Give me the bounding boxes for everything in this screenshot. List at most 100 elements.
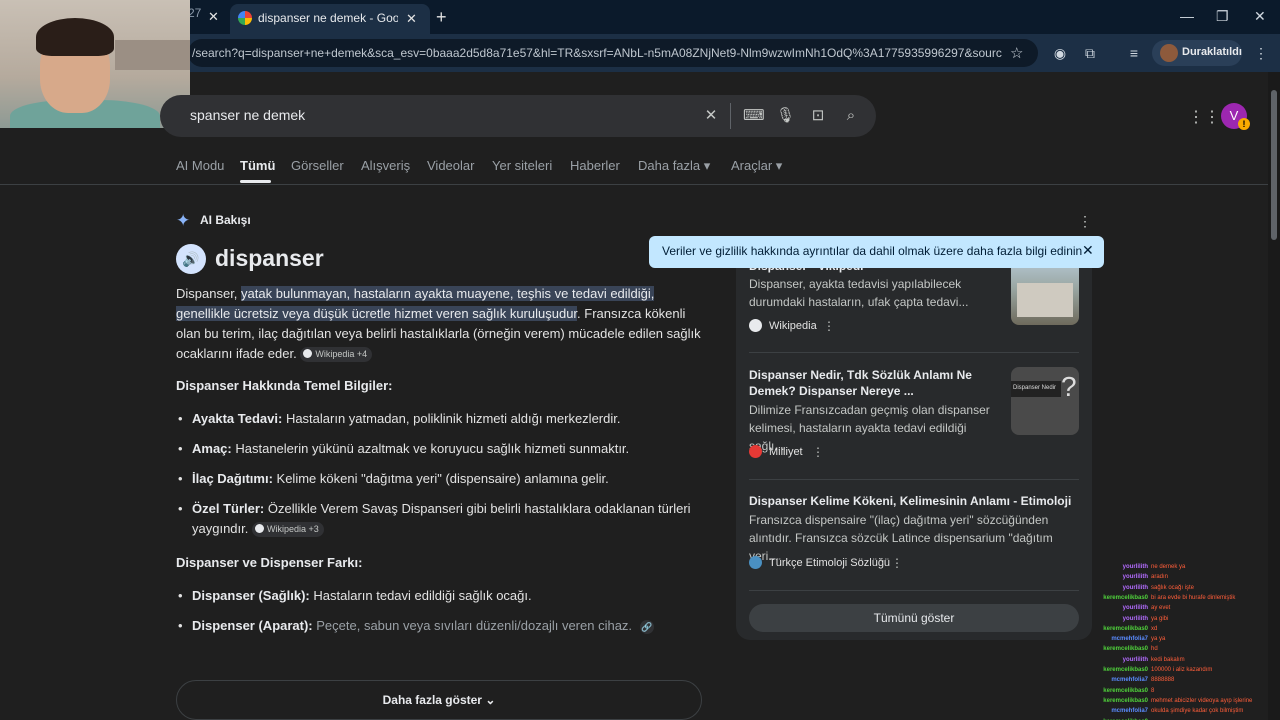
source-divider <box>749 352 1079 353</box>
chat-text: 8888888 <box>1151 677 1175 684</box>
active-tab-title: dispanser ne demek - Google'da Ara <box>258 11 398 25</box>
lens-camera-icon[interactable]: ⊡ <box>809 107 827 125</box>
chat-message: keremcelikbas0 hd <box>1090 644 1280 654</box>
wikipedia-icon <box>303 349 313 358</box>
question-mark-icon: ? <box>1061 371 1077 402</box>
link-icon[interactable]: 🔗 <box>639 620 654 634</box>
chat-text: ay evet <box>1151 605 1171 612</box>
source-chip[interactable]: Wikipedia +3 <box>252 522 324 537</box>
chat-message: keremcelikbas0 xd <box>1090 624 1280 634</box>
tooltip-text[interactable]: Veriler ve gizlilik hakkında ayrıntılar … <box>662 244 1082 258</box>
stream-chat-overlay: yourlilith ne demek ya yourlilith aradın you… <box>1090 562 1280 720</box>
webcam-person-hair <box>36 18 114 56</box>
close-tooltip-icon[interactable]: ✕ <box>1082 242 1094 259</box>
list-item-text: Kelime kökeni "dağıtma yeri" (dispensair… <box>272 471 609 486</box>
tab-tools[interactable]: Araçlar ▾ <box>731 158 782 174</box>
source-thumbnail[interactable]: Dispanser Nedir ? <box>1011 367 1079 435</box>
close-tab-icon[interactable]: ✕ <box>208 9 219 25</box>
chat-username: yourlilith <box>1122 615 1148 622</box>
avatar-warning-badge: ! <box>1238 118 1250 130</box>
close-window-icon[interactable]: ✕ <box>1254 8 1266 25</box>
chat-username: yourlilith <box>1122 574 1148 581</box>
search-icon[interactable]: ⌕ <box>842 107 860 125</box>
source-site[interactable]: Türkçe Etimoloji Sözlüğü <box>769 557 890 569</box>
keyboard-icon[interactable]: ⌨ <box>743 107 765 125</box>
search-divider <box>730 103 731 129</box>
more-options-icon[interactable]: ⋮ <box>1078 213 1092 230</box>
chat-message: keremcelikbas0... <box>1090 717 1280 720</box>
tab-ai-mode[interactable]: AI Modu <box>176 158 224 173</box>
chat-text: ya gibi <box>1151 615 1169 622</box>
list-item-term: Dispanser (Sağlık): <box>192 588 310 603</box>
list-item-text: Peçete, sabun veya sıvıları düzenli/doza… <box>312 618 633 633</box>
source-title[interactable]: Dispanser Nedir, Tdk Sözlük Anlamı Ne De… <box>749 367 1001 399</box>
privacy-tooltip: Veriler ve gizlilik hakkında ayrıntılar … <box>649 236 1104 268</box>
chat-username: keremcelikbas0 <box>1103 687 1148 694</box>
chat-message: yourlilith kedi bakalım <box>1090 655 1280 665</box>
media-controls-icon[interactable]: ≡ <box>1125 44 1143 62</box>
source-title[interactable]: Dispanser Kelime Kökeni, Kelimesinin Anl… <box>749 493 1079 509</box>
search-input[interactable]: spanser ne demek <box>190 107 305 123</box>
list-item-term: Dispenser (Aparat): <box>192 618 313 633</box>
close-tab-icon[interactable]: ✕ <box>406 11 417 27</box>
chat-text: okulda şimdiye kadar çok bilmiştim <box>1151 708 1244 715</box>
tab-videos[interactable]: Videolar <box>427 158 474 173</box>
chrome-menu-icon[interactable]: ⋮ <box>1252 44 1270 62</box>
url-text[interactable]: /search?q=dispanser+ne+demek&sca_esv=0ba… <box>192 46 1002 60</box>
clear-search-icon[interactable]: ✕ <box>702 107 720 125</box>
ai-sparkle-icon: ✦ <box>176 211 191 230</box>
omnibox[interactable]: /search?q=dispanser+ne+demek&sca_esv=0ba… <box>188 39 1038 67</box>
chat-message: yourlilith ay evet <box>1090 603 1280 613</box>
show-all-label: Tümünü göster <box>873 611 955 625</box>
extensions-puzzle-icon[interactable]: ⧉ <box>1081 44 1099 62</box>
source-options-icon[interactable]: ⋮ <box>891 556 903 570</box>
pronunciation-speaker-icon[interactable]: 🔊 <box>176 244 206 274</box>
show-all-button[interactable]: Tümünü göster <box>749 604 1079 632</box>
show-more-button[interactable]: Daha fazla göster ⌄ <box>176 680 702 720</box>
microphone-icon[interactable]: 🎙 <box>776 107 795 125</box>
chat-message: mcmehfolia7 okulda şimdiye kadar çok bilm… <box>1090 706 1280 716</box>
extension-circle-icon[interactable]: ◉ <box>1051 44 1069 62</box>
tab-web[interactable]: Yer siteleri <box>492 158 552 173</box>
tab-images[interactable]: Görseller <box>291 158 344 173</box>
profile-paused-label: Duraklatıldı <box>1182 46 1242 58</box>
tab-news[interactable]: Haberler <box>570 158 620 173</box>
tab-shopping[interactable]: Alışveriş <box>361 158 410 173</box>
active-tab[interactable]: dispanser ne demek - Google'da Ara ✕ <box>230 4 430 34</box>
chat-username: mcmehfolia7 <box>1111 708 1148 715</box>
search-box[interactable]: spanser ne demek ✕ ⌨ 🎙 ⊡ ⌕ <box>160 95 876 137</box>
chat-text: hd <box>1151 646 1158 653</box>
chat-text: ... <box>1151 717 1156 720</box>
profile-avatar <box>1160 44 1178 62</box>
chat-username: yourlilith <box>1122 605 1148 612</box>
chat-message: keremcelikbas0 100000 i aliz kazandım <box>1090 665 1280 675</box>
page-scrollbar[interactable] <box>1268 72 1280 720</box>
chat-username: mcmehfolia7 <box>1111 636 1148 643</box>
list-item-text: Hastanelerin yükünü azaltmak ve koruyucu… <box>231 441 630 456</box>
milliyet-icon <box>749 445 762 458</box>
source-chip[interactable]: Wikipedia +4 <box>300 347 373 362</box>
tab-more[interactable]: Daha fazla ▾ <box>638 158 710 174</box>
minimize-icon[interactable]: — <box>1180 8 1194 24</box>
profile-paused-button[interactable]: Duraklatıldı <box>1152 40 1242 66</box>
tab-all[interactable]: Tümü <box>240 158 275 173</box>
chat-username: keremcelikbas0 <box>1103 697 1148 704</box>
source-snippet[interactable]: Dispanser, ayakta tedavisi yapılabilecek… <box>749 275 1001 311</box>
source-options-icon[interactable]: ⋮ <box>812 445 824 459</box>
source-site[interactable]: Milliyet <box>769 446 803 458</box>
list-item-text: Hastaların yatmadan, poliklinik hizmeti … <box>282 411 621 426</box>
list-item: İlaç Dağıtımı: Kelime kökeni "dağıtma ye… <box>176 469 696 489</box>
bookmark-star-icon[interactable]: ☆ <box>1010 44 1023 62</box>
chat-text: 100000 i aliz kazandım <box>1151 667 1213 673</box>
source-site[interactable]: Wikipedia <box>769 320 817 332</box>
scrollbar-thumb[interactable] <box>1271 90 1277 240</box>
section-title: Dispanser Hakkında Temel Bilgiler: <box>176 378 393 393</box>
list-item-term: Ayakta Tedavi: <box>192 411 283 426</box>
google-apps-icon[interactable]: ⋮⋮ <box>1188 107 1220 126</box>
maximize-icon[interactable]: ❐ <box>1216 8 1229 25</box>
list-item-term: İlaç Dağıtımı: <box>192 471 273 486</box>
source-options-icon[interactable]: ⋮ <box>823 319 835 333</box>
new-tab-button[interactable]: + <box>436 7 447 28</box>
google-favicon-icon <box>238 11 252 25</box>
chat-message: keremcelikbas0 bi ara evde bi hurafe dinl… <box>1090 593 1280 603</box>
